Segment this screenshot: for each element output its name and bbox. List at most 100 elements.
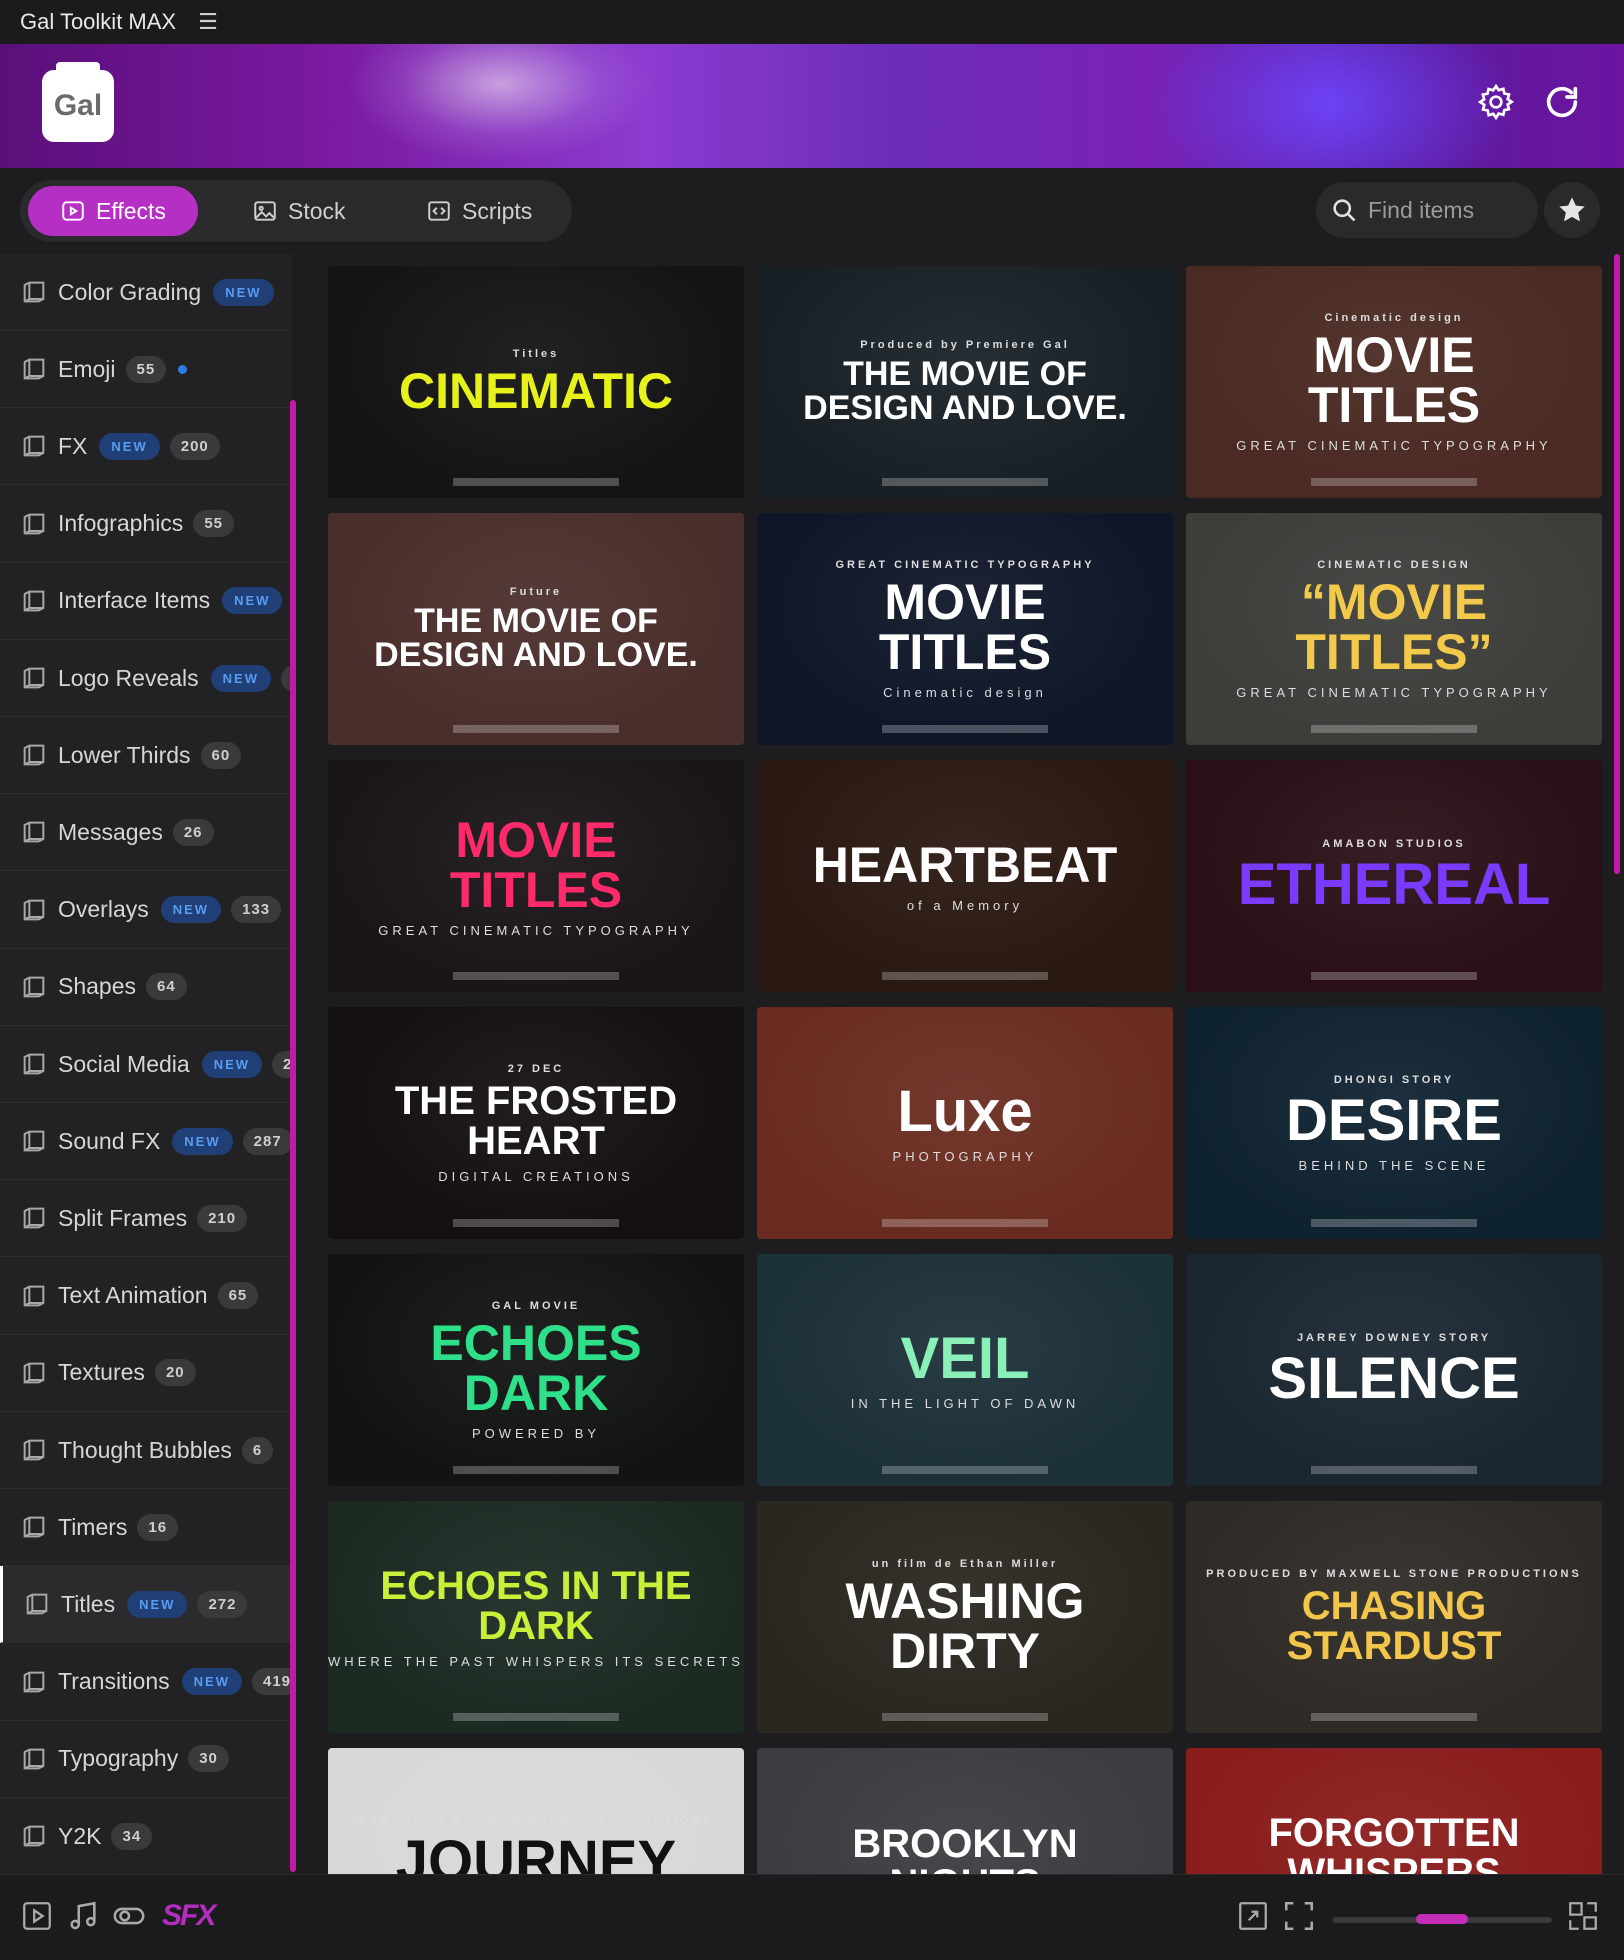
refresh-icon[interactable] [1542, 82, 1582, 127]
effect-card[interactable]: JARREY DOWNEY STORY SILENCE [1186, 1254, 1602, 1486]
slider-handle[interactable] [1416, 1914, 1468, 1924]
effect-card[interactable]: VEIL IN THE LIGHT OF DAWN [757, 1254, 1173, 1486]
sidebar-item-label: Thought Bubbles [58, 1436, 232, 1463]
effect-card[interactable]: PRODUCED BY MAXWELL STONE PRODUCTIONS CHA… [1186, 1501, 1602, 1733]
sidebar-item-transitions[interactable]: Transitions NEW 419 [0, 1644, 292, 1721]
image-icon [254, 201, 276, 221]
sidebar-item-sound-fx[interactable]: Sound FX NEW 287 [0, 1103, 292, 1181]
sidebar-item-emoji[interactable]: Emoji 55 [0, 331, 292, 409]
music-icon[interactable] [66, 1899, 100, 1938]
effect-card[interactable]: Titles CINEMATIC [328, 266, 744, 498]
tab-stock[interactable]: Stock [252, 186, 346, 236]
sidebar-item-label: Titles [61, 1590, 116, 1617]
favorites-button[interactable] [1544, 182, 1600, 238]
search-icon [1333, 199, 1356, 222]
sidebar-item-split-frames[interactable]: Split Frames 210 [0, 1180, 292, 1258]
sidebar-item-fx[interactable]: FX NEW 200 [0, 408, 292, 486]
sidebar-item-messages[interactable]: Messages 26 [0, 794, 292, 872]
card-title: DESIRE [1286, 1087, 1502, 1153]
template-icon [23, 513, 45, 534]
card-title: ETHEREAL [1237, 852, 1551, 917]
count-badge: 6 [241, 1436, 274, 1464]
card-subtitle: IN THE LIGHT OF DAWN [850, 1395, 1080, 1411]
status-dot [178, 364, 188, 374]
hamburger-menu-icon[interactable]: ☰ [198, 9, 218, 35]
count-badge: 30 [188, 1745, 229, 1773]
effects-grid: Titles CINEMATIC Produced by Premiere Gal T… [318, 254, 1608, 1874]
count-badge: 60 [200, 741, 242, 769]
sidebar-item-label: Color Grading [58, 278, 202, 305]
sidebar-item-label: Typography [58, 1745, 179, 1772]
sidebar-item-text-animation[interactable]: Text Animation 65 [0, 1258, 292, 1335]
effect-card[interactable]: BROOKLYN NIGHTS [757, 1748, 1173, 1874]
sidebar-item-overlays[interactable]: Overlays NEW 133 [0, 872, 292, 949]
effect-card[interactable]: ECHOES IN THE DARK WHERE THE PAST WHISPER… [328, 1501, 744, 1733]
card-title: SILENCE [1268, 1346, 1520, 1411]
sidebar-item-thought-bubbles[interactable]: Thought Bubbles 6 [0, 1412, 292, 1489]
sidebar-item-lower-thirds[interactable]: Lower Thirds 60 [0, 717, 292, 795]
sidebar-item-color-grading[interactable]: Color Grading NEW [0, 254, 292, 331]
count-badge: 34 [111, 1822, 153, 1850]
search-input[interactable]: Find items [1316, 182, 1538, 238]
sidebar-item-shapes[interactable]: Shapes 64 [0, 949, 292, 1026]
tab-scripts[interactable]: Scripts [426, 186, 532, 236]
card-credits-strip [757, 1219, 1173, 1227]
expand-icon[interactable] [1236, 1899, 1270, 1938]
effect-card[interactable]: Future THE MOVIE OF DESIGN AND LOVE. [328, 513, 744, 745]
count-badge: 26 [172, 818, 214, 846]
sidebar-item-timers[interactable]: Timers 16 [0, 1489, 292, 1567]
sidebar-item-typography[interactable]: Typography 30 [0, 1721, 292, 1798]
sidebar-scrollbar[interactable] [290, 400, 296, 1872]
effect-card[interactable]: DHONGI STORY DESIRE BEHIND THE SCENE [1186, 1007, 1602, 1239]
effect-card[interactable]: 27 DEC THE FROSTED HEART DIGITAL CREATIONS [328, 1007, 744, 1239]
card-pretitle: PRODUCED BY MAXWELL STONE PRODUCTIONS [1206, 1568, 1582, 1580]
card-subtitle: PHOTOGRAPHY [892, 1148, 1038, 1164]
grid-scrollbar[interactable] [1614, 254, 1620, 874]
new-badge: NEW [201, 1050, 263, 1078]
effect-card[interactable]: Produced by Premiere Gal THE MOVIE OF DES… [757, 266, 1173, 498]
card-pretitle: DHONGI STORY [1333, 1073, 1455, 1086]
sidebar-item-titles[interactable]: Titles NEW 272 [0, 1566, 292, 1644]
card-title: MOVIE TITLES [449, 811, 623, 918]
sidebar-item-logo-reveals[interactable]: Logo RevealsNEW1 [0, 640, 292, 717]
effect-card[interactable]: GAL MOVIE ECHOES DARK POWERED BY [328, 1254, 744, 1486]
count-badge: 55 [193, 510, 234, 538]
sidebar-item-infographics[interactable]: Infographics 55 [0, 486, 292, 563]
settings-gear-icon[interactable] [1476, 82, 1516, 127]
sidebar-item-social-media[interactable]: Social Media NEW 2 [0, 1026, 292, 1103]
template-icon [23, 1516, 45, 1538]
video-icon[interactable] [20, 1899, 54, 1938]
sidebar-item-interface-items[interactable]: Interface Items NEW [0, 563, 292, 640]
template-icon [23, 1362, 45, 1384]
toggle-icon[interactable] [112, 1899, 146, 1938]
effect-card[interactable]: GREAT CINEMATIC TYPOGRAPHY MOVIE TITLES Ci… [757, 513, 1173, 745]
sidebar-item-label: Logo Reveals [58, 664, 199, 691]
thumbnail-size-slider[interactable] [1332, 1914, 1552, 1924]
template-icon [23, 1748, 45, 1770]
sidebar-item-label: Shapes [58, 973, 137, 1000]
card-title: CINEMATIC [398, 363, 674, 419]
effect-card[interactable]: AMABON STUDIOS ETHEREAL [1186, 760, 1602, 992]
card-title: THE FROSTED HEART [394, 1078, 678, 1163]
effect-card[interactable]: Cinematic design MOVIE TITLES GREAT CINEMA… [1186, 266, 1602, 498]
fullscreen-icon[interactable] [1566, 1899, 1600, 1938]
sfx-button[interactable]: SFX [162, 1899, 216, 1933]
card-subtitle: GREAT CINEMATIC TYPOGRAPHY [378, 922, 694, 938]
sidebar-item-label: Overlays [58, 896, 149, 923]
effect-card[interactable]: un film de Ethan Miller WASHING DIRTY [757, 1501, 1173, 1733]
template-icon [23, 1671, 45, 1692]
effect-card[interactable]: CINEMATIC DESIGN “MOVIE TITLES” GREAT CINE… [1186, 513, 1602, 745]
sidebar-item-textures[interactable]: Textures 20 [0, 1335, 292, 1412]
effect-card[interactable]: PRODUCED BY PREMIEREGAL PRODUCTIONS JOURN… [328, 1748, 744, 1874]
effect-card[interactable]: FORGOTTEN WHISPERSThe [1186, 1748, 1602, 1874]
card-pretitle: AMABON STUDIOS [1322, 838, 1466, 850]
tab-label: Stock [288, 197, 346, 224]
sidebar-item-label: Infographics [58, 510, 184, 537]
sidebar-item-y2k[interactable]: Y2K 34 [0, 1798, 292, 1874]
fit-frame-icon[interactable] [1282, 1899, 1316, 1938]
effect-card[interactable]: HEARTBEAT of a Memory [757, 760, 1173, 992]
effect-card[interactable]: Luxe PHOTOGRAPHY [757, 1007, 1173, 1239]
effect-card[interactable]: MOVIE TITLES GREAT CINEMATIC TYPOGRAPHY [328, 760, 744, 992]
tab-effects[interactable]: Effects [28, 186, 198, 236]
sidebar-item-label: FX [58, 432, 88, 459]
